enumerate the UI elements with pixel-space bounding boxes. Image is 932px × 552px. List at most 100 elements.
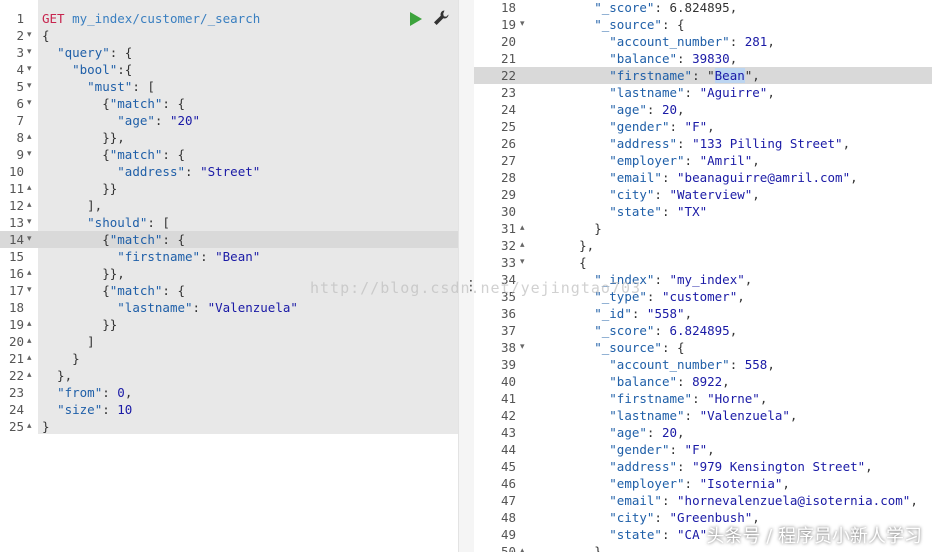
response-line[interactable]: 22 "firstname": "Bean", (474, 67, 932, 84)
response-line[interactable]: 30 "state": "TX" (474, 203, 932, 220)
response-line[interactable]: 39 "account_number": 558, (474, 356, 932, 373)
response-line[interactable]: 38 ▾ "_source": { (474, 339, 932, 356)
token: : { (162, 96, 185, 111)
request-line[interactable]: 10 "address": "Street" (0, 163, 458, 180)
response-line[interactable]: 33 ▾ { (474, 254, 932, 271)
request-line[interactable]: 18 "lastname": "Valenzuela" (0, 299, 458, 316)
fold-open-icon[interactable]: ▾ (27, 61, 37, 78)
request-line[interactable]: 20 ▴ ] (0, 333, 458, 350)
fold-open-icon[interactable]: ▾ (27, 27, 37, 44)
response-line[interactable]: 25 "gender": "F", (474, 118, 932, 135)
response-line[interactable]: 36 "_id": "558", (474, 305, 932, 322)
response-line[interactable]: 42 "lastname": "Valenzuela", (474, 407, 932, 424)
response-line[interactable]: 37 "_score": 6.824895, (474, 322, 932, 339)
wrench-icon[interactable] (432, 9, 450, 27)
request-line[interactable]: 1 GET my_index/customer/_search (0, 10, 458, 27)
play-icon[interactable] (410, 12, 422, 26)
response-line[interactable]: 23 "lastname": "Aguirre", (474, 84, 932, 101)
response-line[interactable]: 44 "gender": "F", (474, 441, 932, 458)
fold-open-icon[interactable]: ▾ (27, 78, 37, 95)
request-line[interactable]: 12 ▴ ], (0, 197, 458, 214)
request-line[interactable]: 11 ▴ }} (0, 180, 458, 197)
request-line[interactable]: 13 ▾ "should": [ (0, 214, 458, 231)
line-number: 3 (16, 45, 24, 60)
request-line[interactable]: 7 "age": "20" (0, 112, 458, 129)
request-line[interactable]: 25 ▴} (0, 418, 458, 435)
fold-close-icon[interactable]: ▴ (27, 333, 37, 350)
fold-open-icon[interactable]: ▾ (27, 231, 37, 248)
request-line[interactable]: 4 ▾ "bool":{ (0, 61, 458, 78)
token: 558 (744, 357, 768, 372)
token: "firstname" (609, 391, 693, 406)
line-number: 12 (8, 198, 24, 213)
fold-close-icon[interactable]: ▴ (520, 543, 530, 552)
fold-open-icon[interactable]: ▾ (520, 254, 530, 271)
request-line[interactable]: 24 "size": 10 (0, 401, 458, 418)
response-line[interactable]: 18 "_score": 6.824895, (474, 0, 932, 16)
fold-open-icon[interactable]: ▾ (27, 44, 37, 61)
response-line[interactable]: 40 "balance": 8922, (474, 373, 932, 390)
request-line[interactable]: 2 ▾ { (0, 27, 458, 44)
response-line[interactable]: 47 "email": "hornevalenzuela@isoternia.c… (474, 492, 932, 509)
response-line[interactable]: 41 "firstname": "Horne", (474, 390, 932, 407)
fold-close-icon[interactable]: ▴ (27, 316, 37, 333)
response-line[interactable]: 43 "age": 20, (474, 424, 932, 441)
request-line[interactable]: 22 ▴ }, (0, 367, 458, 384)
fold-close-icon[interactable]: ▴ (27, 180, 37, 197)
response-line[interactable]: 28 "email": "beanaguirre@amril.com", (474, 169, 932, 186)
fold-close-icon[interactable]: ▴ (520, 237, 530, 254)
response-line[interactable]: 24 "age": 20, (474, 101, 932, 118)
fold-open-icon[interactable]: ▾ (27, 282, 37, 299)
fold-close-icon[interactable]: ▴ (27, 265, 37, 282)
fold-close-icon[interactable]: ▴ (27, 367, 37, 384)
line-number: 13 (8, 215, 24, 230)
response-line[interactable]: 26 "address": "133 Pilling Street", (474, 135, 932, 152)
response-line[interactable]: 21 "balance": 39830, (474, 50, 932, 67)
request-line[interactable]: 5 ▾ "must": [ (0, 78, 458, 95)
response-line[interactable]: 46 "employer": "Isoternia", (474, 475, 932, 492)
fold-close-icon[interactable]: ▴ (27, 129, 37, 146)
token: "_score" (594, 0, 655, 15)
request-line[interactable]: 23 "from": 0, (0, 384, 458, 401)
request-editor[interactable]: 1 GET my_index/customer/_search 2 ▾{3 ▾ "que… (0, 0, 458, 552)
code-text: } (42, 350, 80, 367)
response-viewer[interactable]: 18 "_score": 6.824895, 19 ▾ "_source": {20… (474, 0, 932, 552)
token: , (850, 170, 858, 185)
response-line[interactable]: 20 "account_number": 281, (474, 33, 932, 50)
fold-close-icon[interactable]: ▴ (27, 350, 37, 367)
token: : (692, 391, 708, 406)
request-line[interactable]: 9 ▾ {"match": { (0, 146, 458, 163)
token: "age" (117, 113, 155, 128)
request-line[interactable]: 21 ▴ } (0, 350, 458, 367)
request-url[interactable]: my_index/customer/_search (72, 11, 260, 26)
request-line[interactable]: 19 ▴ }} (0, 316, 458, 333)
token: } (42, 419, 50, 434)
fold-open-icon[interactable]: ▾ (27, 214, 37, 231)
token: "F" (684, 442, 708, 457)
response-line[interactable]: 29 "city": "Waterview", (474, 186, 932, 203)
request-line[interactable]: 14 ▾ {"match": { (0, 231, 458, 248)
fold-close-icon[interactable]: ▴ (27, 418, 37, 435)
code-text: }} (42, 180, 117, 197)
response-line[interactable]: 31 ▴ } (474, 220, 932, 237)
pane-divider[interactable]: ⋮ (458, 0, 478, 552)
request-editor-empty-area[interactable] (38, 434, 458, 552)
fold-close-icon[interactable]: ▴ (520, 220, 530, 237)
response-line[interactable]: 32 ▴ }, (474, 237, 932, 254)
fold-open-icon[interactable]: ▾ (520, 16, 530, 33)
fold-close-icon[interactable]: ▴ (27, 197, 37, 214)
fold-open-icon[interactable]: ▾ (27, 146, 37, 163)
fold-open-icon[interactable]: ▾ (520, 339, 530, 356)
fold-open-icon[interactable]: ▾ (27, 95, 37, 112)
request-line[interactable]: 3 ▾ "query": { (0, 44, 458, 61)
request-line[interactable]: 15 "firstname": "Bean" (0, 248, 458, 265)
response-line[interactable]: 27 "employer": "Amril", (474, 152, 932, 169)
response-line[interactable]: 45 "address": "979 Kensington Street", (474, 458, 932, 475)
response-line[interactable]: 19 ▾ "_source": { (474, 16, 932, 33)
request-line[interactable]: 6 ▾ {"match": { (0, 95, 458, 112)
request-line[interactable]: 8 ▴ }}, (0, 129, 458, 146)
